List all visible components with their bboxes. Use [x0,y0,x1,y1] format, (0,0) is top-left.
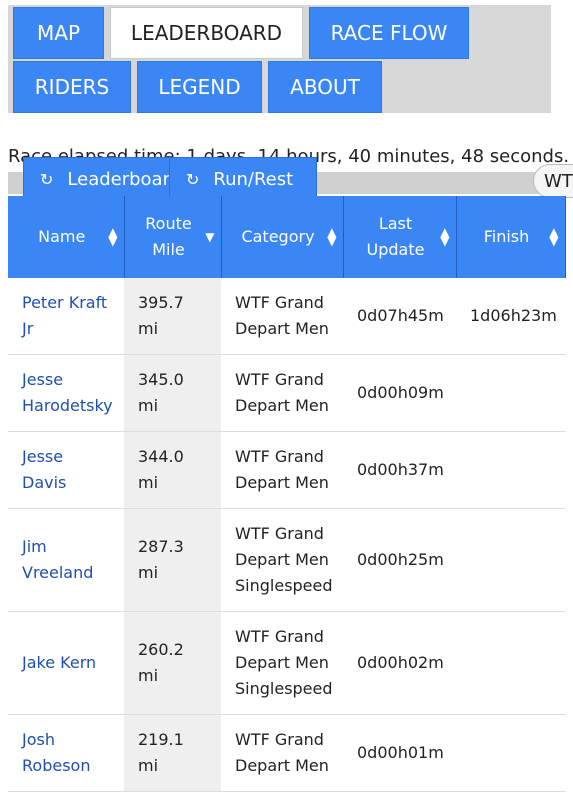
category-cell: WTF Grand Depart Men [221,431,343,509]
tab-legend[interactable]: LEGEND [137,61,262,113]
column-header-label: Name [38,227,86,246]
wt-button[interactable]: WT [533,164,573,198]
column-header-route-mile[interactable]: Route Mile ▼ [124,196,222,278]
sort-icon[interactable]: ▲ ▼ [108,226,117,247]
sort-icon[interactable]: ▲ ▼ [327,226,336,247]
table-row: Peter Kraft Jr 395.7 mi WTF Grand Depart… [8,278,565,355]
last-update-cell: 0d07h45m [343,278,456,355]
tab-map[interactable]: MAP [13,7,104,59]
column-header-category[interactable]: Category ▲ ▼ [221,196,344,278]
table-header-row: Name ▲ ▼ Route Mile ▼ Category ▲ ▼ Last Up… [8,196,566,278]
last-update-cell: 0d00h37m [343,431,456,509]
finish-cell [456,508,565,612]
finish-cell [456,714,565,792]
column-header-label: Last Update [366,214,425,259]
column-header-label: Category [241,227,315,246]
tab-leaderboard[interactable]: LEADERBOARD [110,7,303,59]
route-mile-cell: 219.1 mi [124,714,221,792]
rider-name-link[interactable]: Jim Vreeland [8,508,124,612]
table-row: Jesse Harodetsky 345.0 mi WTF Grand Depa… [8,354,565,432]
route-mile-cell: 344.0 mi [124,431,221,509]
tab-race-flow[interactable]: RACE FLOW [309,7,469,59]
refresh-icon: ↻ [40,170,54,189]
column-header-name[interactable]: Name ▲ ▼ [8,196,125,278]
last-update-cell: 0d00h02m [343,611,456,715]
refresh-icon: ↻ [186,170,200,189]
rider-name-link[interactable]: Jesse Davis [8,431,124,509]
sort-icon[interactable]: ▲ ▼ [440,226,449,247]
rider-name-link[interactable]: Jake Kern [8,611,124,715]
finish-cell [456,431,565,509]
finish-cell: 1d06h23m [456,278,565,355]
route-mile-cell: 345.0 mi [124,354,221,432]
column-header-finish[interactable]: Finish ▲ ▼ [456,196,566,278]
route-mile-cell: 395.7 mi [124,278,221,355]
finish-cell [456,611,565,715]
last-update-cell: 0d00h25m [343,508,456,612]
run-rest-button-label: Run/Rest [213,169,294,190]
category-cell: WTF Grand Depart Men [221,714,343,792]
sort-desc-icon[interactable]: ▼ [205,231,214,243]
last-update-cell: 0d00h09m [343,354,456,432]
tab-riders[interactable]: RIDERS [13,61,131,113]
column-header-last-update[interactable]: Last Update ▲ ▼ [343,196,457,278]
table-row: Josh Robeson 219.1 mi WTF Grand Depart M… [8,714,565,792]
category-cell: WTF Grand Depart Men [221,278,343,355]
column-header-label: Finish [483,227,530,246]
wt-button-label: WT [544,170,573,192]
route-mile-cell: 260.2 mi [124,611,221,715]
rider-name-link[interactable]: Josh Robeson [8,714,124,792]
finish-cell [456,354,565,432]
rider-name-link[interactable]: Jesse Harodetsky [8,354,124,432]
table-row: Jesse Davis 344.0 mi WTF Grand Depart Me… [8,431,565,509]
table-row: Jake Kern 260.2 mi WTF Grand Depart Men … [8,611,565,715]
category-cell: WTF Grand Depart Men Singlespeed [221,611,343,715]
rider-name-link[interactable]: Peter Kraft Jr [8,278,124,355]
leaderboard-table: Name ▲ ▼ Route Mile ▼ Category ▲ ▼ Last Up… [8,196,566,792]
route-mile-cell: 287.3 mi [124,508,221,612]
tab-about[interactable]: ABOUT [268,61,382,113]
table-row: Jim Vreeland 287.3 mi WTF Grand Depart M… [8,508,565,612]
category-cell: WTF Grand Depart Men [221,354,343,432]
column-header-label: Route Mile [145,214,192,259]
category-cell: WTF Grand Depart Men Singlespeed [221,508,343,612]
leaderboard-button-label: Leaderboard [67,169,175,190]
sort-icon[interactable]: ▲ ▼ [549,226,558,247]
last-update-cell: 0d00h01m [343,714,456,792]
